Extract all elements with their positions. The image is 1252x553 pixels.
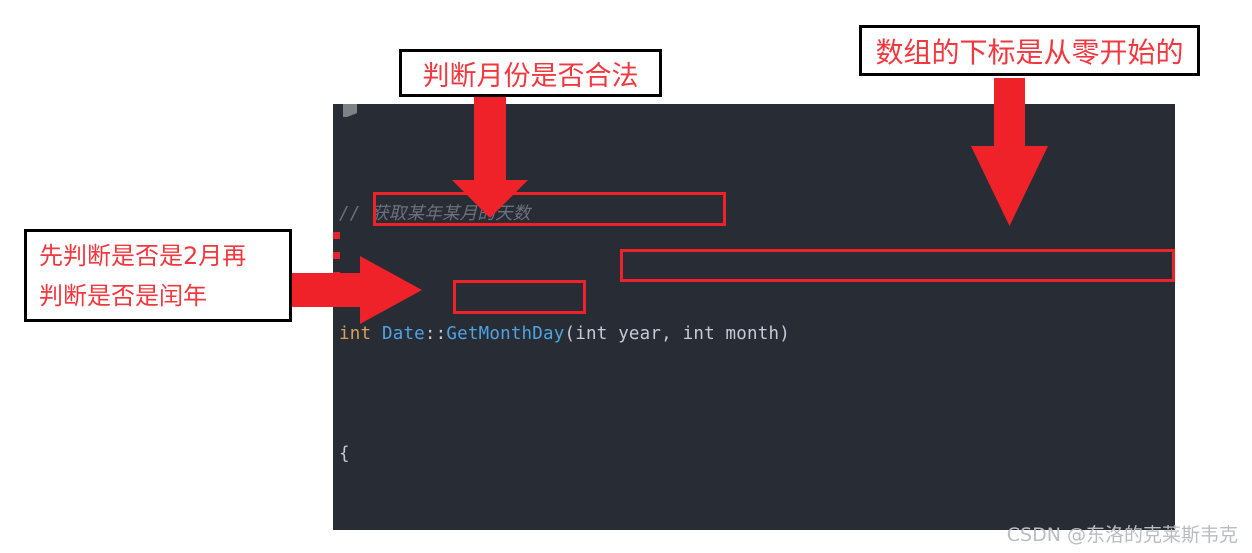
arrow-down-to-assert [452, 84, 528, 218]
annotation-february-leap-year-line2: 判断是否是闰年 [39, 281, 207, 310]
arrow-head [971, 146, 1048, 226]
screenshot-root: // 获取某年某月的天数 int Date::GetMonthDay(int y… [0, 0, 1252, 553]
annotation-february-leap-year: 先判断是否是2月再 判断是否是闰年 [24, 229, 292, 322]
arrow-down-to-array-initializer [971, 78, 1048, 226]
keyword-int: int [339, 324, 372, 344]
code-line-2: int Date::GetMonthDay(int year, int mont… [333, 319, 1175, 349]
annotation-zero-based-index: 数组的下标是从零开始的 [859, 25, 1200, 76]
arrow-shaft [474, 84, 506, 184]
watermark: CSDN @东洛的克莱斯韦克 [1006, 524, 1238, 546]
arrow-head [452, 180, 528, 218]
code-line-3: { [333, 439, 1175, 469]
arrow-head [360, 256, 422, 324]
annotation-month-validity: 判断月份是否合法 [399, 49, 662, 97]
function-name: GetMonthDay [446, 324, 565, 344]
function-params: (int year, int month) [564, 324, 790, 344]
open-brace: { [339, 444, 350, 464]
arrow-shaft [292, 273, 364, 307]
scope-operator: :: [424, 324, 447, 344]
annotation-month-validity-text: 判断月份是否合法 [422, 60, 639, 92]
arrow-right-to-if-condition [292, 256, 422, 324]
annotation-february-leap-year-line1: 先判断是否是2月再 [39, 241, 247, 270]
annotation-zero-based-index-text: 数组的下标是从零开始的 [875, 35, 1184, 69]
arrow-shaft [994, 78, 1025, 150]
class-name-date: Date [381, 324, 425, 344]
